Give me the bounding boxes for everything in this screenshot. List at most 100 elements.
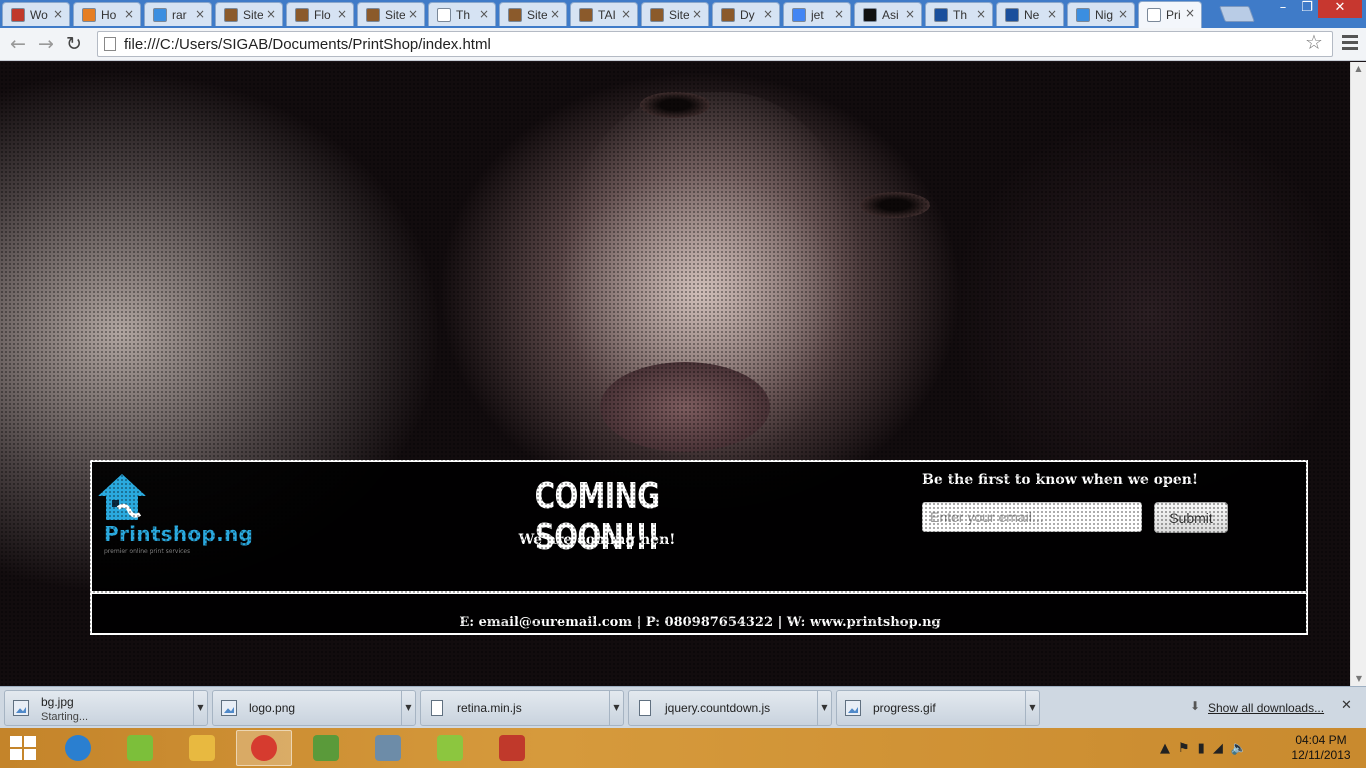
download-filename: logo.png bbox=[249, 701, 296, 715]
browser-tab[interactable]: Th × bbox=[925, 2, 993, 26]
submit-button[interactable]: Submit bbox=[1154, 502, 1228, 533]
page-scrollbar[interactable]: ▲ ▼ bbox=[1350, 62, 1366, 686]
tab-close-icon[interactable]: × bbox=[621, 7, 631, 21]
tab-label: Ne bbox=[1024, 7, 1040, 22]
printshop-logo[interactable]: Printshop.ng premier online print servic… bbox=[94, 472, 253, 555]
document-file-icon bbox=[431, 700, 443, 716]
address-bar[interactable] bbox=[97, 31, 1333, 57]
window-close-button[interactable]: ✕ bbox=[1318, 0, 1362, 18]
tab-label: Ho bbox=[101, 7, 117, 22]
taskbar-app[interactable] bbox=[174, 730, 230, 766]
download-item[interactable]: jquery.countdown.js ▼ bbox=[628, 690, 832, 726]
new-tab-button[interactable] bbox=[1219, 6, 1255, 22]
tab-favicon-icon bbox=[11, 7, 25, 22]
browser-tab[interactable]: Th × bbox=[428, 2, 496, 26]
tab-close-icon[interactable]: × bbox=[976, 7, 986, 21]
tray-expand-icon[interactable]: ▲ bbox=[1160, 741, 1170, 756]
tab-close-icon[interactable]: × bbox=[834, 7, 844, 21]
tab-favicon-icon bbox=[1147, 8, 1161, 22]
browser-tab[interactable]: TAI × bbox=[570, 2, 638, 26]
browser-tab[interactable]: Nig × bbox=[1067, 2, 1135, 26]
chrome-menu-icon[interactable] bbox=[1340, 32, 1360, 54]
taskbar-app[interactable] bbox=[484, 730, 540, 766]
email-input[interactable] bbox=[922, 502, 1142, 532]
browser-tab[interactable]: Flo × bbox=[286, 2, 354, 26]
volume-icon[interactable]: 🔈 bbox=[1231, 741, 1247, 756]
download-menu-arrow-icon[interactable]: ▼ bbox=[1025, 691, 1039, 725]
taskbar-app[interactable] bbox=[298, 730, 354, 766]
tab-close-icon[interactable]: × bbox=[53, 7, 63, 21]
store-icon bbox=[127, 735, 153, 761]
taskbar-app[interactable] bbox=[50, 730, 106, 766]
browser-tab[interactable]: Dy × bbox=[712, 2, 780, 26]
system-tray: ▲ ⚑ ▮ ◢ 🔈 bbox=[1160, 728, 1247, 768]
tab-close-icon[interactable]: × bbox=[905, 7, 915, 21]
download-item[interactable]: logo.png ▼ bbox=[212, 690, 416, 726]
action-center-flag-icon[interactable]: ⚑ bbox=[1178, 741, 1190, 756]
browser-tab[interactable]: Site × bbox=[499, 2, 567, 26]
tab-close-icon[interactable]: × bbox=[1118, 7, 1128, 21]
reload-icon[interactable]: ↻ bbox=[62, 32, 86, 56]
bookmark-star-icon[interactable]: ☆ bbox=[1305, 30, 1323, 54]
windows-start-icon[interactable] bbox=[10, 736, 38, 760]
clock-date: 12/11/2013 bbox=[1291, 748, 1351, 762]
browser-tab[interactable]: Site × bbox=[357, 2, 425, 26]
tab-label: jet bbox=[811, 7, 824, 22]
scroll-up-icon[interactable]: ▲ bbox=[1351, 62, 1366, 76]
tab-close-icon[interactable]: × bbox=[550, 7, 560, 21]
browser-tab[interactable]: Ho × bbox=[73, 2, 141, 26]
restore-button[interactable]: ❐ bbox=[1294, 0, 1320, 18]
document-file-icon bbox=[639, 700, 651, 716]
forward-arrow-icon[interactable]: → bbox=[34, 32, 58, 56]
browser-tab[interactable]: jet × bbox=[783, 2, 851, 26]
download-menu-arrow-icon[interactable]: ▼ bbox=[609, 691, 623, 725]
browser-tab[interactable]: Pri × bbox=[1138, 1, 1202, 28]
tab-close-icon[interactable]: × bbox=[195, 7, 205, 21]
browser-tab[interactable]: Wo × bbox=[2, 2, 70, 26]
browser-tab[interactable]: Site × bbox=[215, 2, 283, 26]
tab-close-icon[interactable]: × bbox=[1185, 6, 1195, 20]
tab-favicon-icon bbox=[366, 7, 380, 22]
minimize-button[interactable]: – bbox=[1270, 0, 1296, 18]
download-item[interactable]: progress.gif ▼ bbox=[836, 690, 1040, 726]
browser-tab[interactable]: Site × bbox=[641, 2, 709, 26]
taskbar-app[interactable] bbox=[236, 730, 292, 766]
tab-close-icon[interactable]: × bbox=[479, 7, 489, 21]
contact-panel: E: email@ouremail.com | P: 080987654322 … bbox=[90, 592, 1308, 635]
download-item[interactable]: retina.min.js ▼ bbox=[420, 690, 624, 726]
download-arrow-icon: ⬇ bbox=[1190, 699, 1201, 713]
browser-tab[interactable]: Asi × bbox=[854, 2, 922, 26]
battery-icon[interactable]: ▮ bbox=[1198, 741, 1205, 756]
tab-close-icon[interactable]: × bbox=[692, 7, 702, 21]
show-all-downloads-link[interactable]: Show all downloads... bbox=[1208, 701, 1324, 715]
tab-label: Site bbox=[527, 7, 547, 22]
browser-tab[interactable]: Ne × bbox=[996, 2, 1064, 26]
taskbar-clock[interactable]: 04:04 PM 12/11/2013 bbox=[1286, 733, 1356, 763]
tab-close-icon[interactable]: × bbox=[1047, 7, 1057, 21]
tab-close-icon[interactable]: × bbox=[124, 7, 134, 21]
browser-tab[interactable]: rar × bbox=[144, 2, 212, 26]
tab-favicon-icon bbox=[934, 7, 948, 22]
download-item[interactable]: bg.jpg Starting... ▼ bbox=[4, 690, 208, 726]
download-filename: retina.min.js bbox=[457, 701, 522, 715]
download-menu-arrow-icon[interactable]: ▼ bbox=[817, 691, 831, 725]
tab-favicon-icon bbox=[863, 7, 877, 22]
image-file-icon bbox=[221, 700, 237, 716]
download-shelf-close-icon[interactable]: ✕ bbox=[1341, 698, 1352, 713]
taskbar-app[interactable] bbox=[360, 730, 416, 766]
network-signal-icon[interactable]: ◢ bbox=[1213, 741, 1223, 756]
contact-info: E: email@ouremail.com | P: 080987654322 … bbox=[459, 615, 941, 630]
taskbar-app[interactable] bbox=[112, 730, 168, 766]
tab-close-icon[interactable]: × bbox=[763, 7, 773, 21]
download-menu-arrow-icon[interactable]: ▼ bbox=[401, 691, 415, 725]
tab-close-icon[interactable]: × bbox=[266, 7, 276, 21]
tab-close-icon[interactable]: × bbox=[337, 7, 347, 21]
taskbar-app[interactable] bbox=[422, 730, 478, 766]
back-arrow-icon[interactable]: ← bbox=[6, 32, 30, 56]
scroll-down-icon[interactable]: ▼ bbox=[1351, 672, 1366, 686]
signup-label: Be the first to know when we open! bbox=[922, 472, 1199, 488]
tab-favicon-icon bbox=[721, 7, 735, 22]
download-menu-arrow-icon[interactable]: ▼ bbox=[193, 691, 207, 725]
tab-close-icon[interactable]: × bbox=[408, 7, 418, 21]
address-input[interactable] bbox=[124, 35, 1284, 53]
